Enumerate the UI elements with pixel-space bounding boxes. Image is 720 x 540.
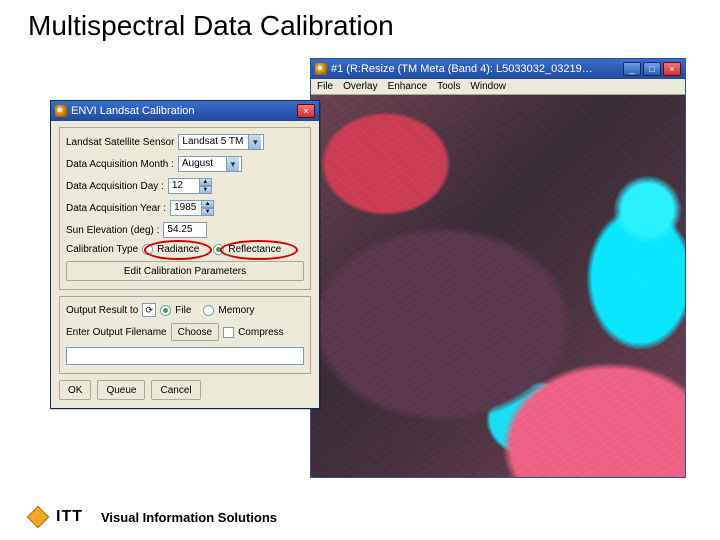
output-memory-radio[interactable] [203, 305, 214, 316]
company-logo-icon [27, 506, 50, 529]
day-label: Data Acquisition Day : [66, 181, 164, 192]
menu-file[interactable]: File [317, 81, 333, 92]
company-name: ITT [56, 508, 83, 526]
edit-cal-params-button[interactable]: Edit Calibration Parameters [66, 261, 304, 281]
spinner-down-icon[interactable]: ▼ [202, 208, 214, 216]
parameters-group: Landsat Satellite Sensor Landsat 5 TM Da… [59, 127, 311, 290]
year-spinner[interactable]: 1985 ▲▼ [170, 200, 214, 216]
compress-checkbox[interactable] [223, 327, 234, 338]
app-icon [315, 63, 327, 75]
maximize-button[interactable]: □ [643, 62, 661, 76]
satellite-image[interactable] [311, 95, 685, 477]
cancel-button[interactable]: Cancel [151, 380, 200, 400]
image-viewer-window: #1 (R:Resize (TM Meta (Band 4): L5033032… [310, 58, 686, 478]
reflectance-radio[interactable] [213, 244, 224, 255]
output-memory-label: Memory [218, 305, 254, 316]
sun-elevation-input[interactable]: 54.25 [163, 222, 207, 238]
year-label: Data Acquisition Year : [66, 203, 166, 214]
app-icon [55, 105, 67, 117]
menu-enhance[interactable]: Enhance [388, 81, 427, 92]
menu-overlay[interactable]: Overlay [343, 81, 377, 92]
output-target-toggle[interactable]: ⟳ [142, 303, 156, 317]
output-filename-label: Enter Output Filename [66, 327, 167, 338]
menu-tools[interactable]: Tools [437, 81, 460, 92]
reflectance-label: Reflectance [228, 244, 281, 255]
caltype-label: Calibration Type [66, 244, 138, 255]
radiance-radio[interactable] [142, 244, 153, 255]
calibration-dialog: ENVI Landsat Calibration × Landsat Satel… [50, 100, 320, 409]
sensor-select[interactable]: Landsat 5 TM [178, 134, 264, 150]
slide-title: Multispectral Data Calibration [28, 10, 394, 42]
radiance-label: Radiance [157, 244, 199, 255]
minimize-button[interactable]: _ [623, 62, 641, 76]
viewer-menubar: File Overlay Enhance Tools Window [311, 79, 685, 95]
queue-button[interactable]: Queue [97, 380, 145, 400]
spinner-down-icon[interactable]: ▼ [200, 186, 212, 194]
output-result-label: Output Result to [66, 305, 138, 316]
dialog-close-button[interactable]: × [297, 104, 315, 118]
spinner-up-icon[interactable]: ▲ [200, 178, 212, 186]
sensor-label: Landsat Satellite Sensor [66, 137, 174, 148]
ok-button[interactable]: OK [59, 380, 91, 400]
menu-window[interactable]: Window [470, 81, 506, 92]
spinner-up-icon[interactable]: ▲ [202, 200, 214, 208]
choose-file-button[interactable]: Choose [171, 323, 219, 341]
footer: ITT Visual Information Solutions [30, 508, 277, 526]
output-file-label: File [175, 305, 191, 316]
compress-label: Compress [238, 327, 284, 338]
sun-label: Sun Elevation (deg) : [66, 225, 159, 236]
output-file-radio[interactable] [160, 305, 171, 316]
output-filename-input[interactable] [66, 347, 304, 365]
viewer-title: #1 (R:Resize (TM Meta (Band 4): L5033032… [331, 63, 619, 75]
viewer-titlebar[interactable]: #1 (R:Resize (TM Meta (Band 4): L5033032… [311, 59, 685, 79]
company-tagline: Visual Information Solutions [101, 510, 277, 525]
dialog-titlebar[interactable]: ENVI Landsat Calibration × [51, 101, 319, 121]
month-label: Data Acquisition Month : [66, 159, 174, 170]
dialog-title: ENVI Landsat Calibration [71, 105, 293, 117]
day-spinner[interactable]: 12 ▲▼ [168, 178, 212, 194]
month-select[interactable]: August [178, 156, 242, 172]
close-button[interactable]: × [663, 62, 681, 76]
output-group: Output Result to ⟳ File Memory Enter Out… [59, 296, 311, 374]
